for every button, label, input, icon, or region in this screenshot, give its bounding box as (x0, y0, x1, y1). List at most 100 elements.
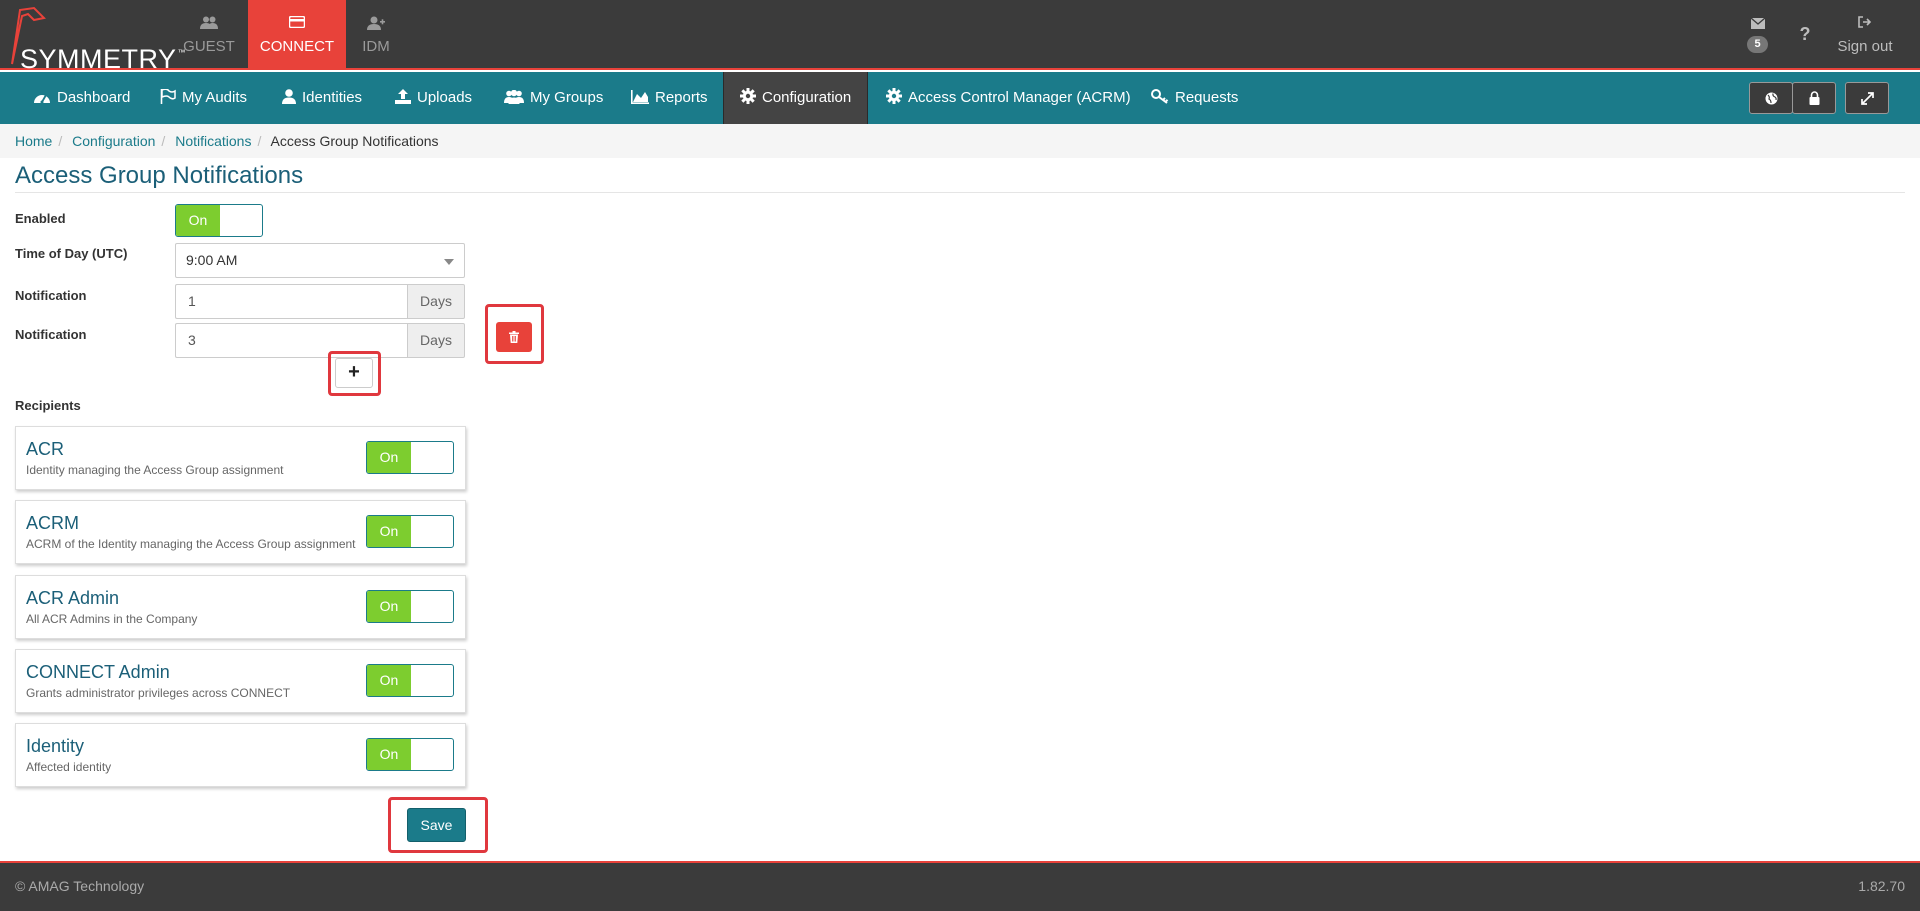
recipient-title: Identity (26, 736, 85, 756)
recipient-toggle[interactable]: On (366, 515, 454, 548)
user-plus-icon (367, 16, 385, 30)
recipient-card-acrm: ACRM ACRM of the Identity managing the A… (15, 500, 466, 564)
lock-button[interactable] (1792, 82, 1836, 114)
notification-days-group: 3 Days (175, 323, 465, 358)
nav-requests[interactable]: Requests (1151, 72, 1238, 124)
envelope-icon (1751, 18, 1765, 29)
enabled-label: Enabled (15, 211, 66, 226)
notification-label: Notification (15, 327, 87, 342)
breadcrumb-current: Access Group Notifications (270, 133, 439, 149)
help-button[interactable]: ? (1795, 24, 1815, 48)
nav-uploads[interactable]: Uploads (395, 72, 472, 124)
save-button[interactable]: Save (407, 808, 466, 842)
time-of-day-select[interactable]: 9:00 AM (175, 243, 465, 278)
app-tab-label: GUEST (183, 38, 235, 55)
nav-label: My Audits (182, 89, 248, 106)
time-of-day-value: 9:00 AM (186, 252, 238, 268)
recipient-card-acr: ACR Identity managing the Access Group a… (15, 426, 466, 490)
toggle-on-label: On (367, 516, 411, 547)
app-tab-connect[interactable]: CONNECT (248, 0, 346, 70)
users-icon (200, 16, 218, 29)
add-notification-button[interactable]: + (335, 358, 373, 388)
nav-label: Access Control Manager (ACRM) (908, 89, 1131, 106)
recipient-toggle[interactable]: On (366, 738, 454, 771)
nav-identities[interactable]: Identities (282, 72, 362, 124)
nav-my-audits[interactable]: My Audits (160, 72, 247, 124)
upload-icon (395, 89, 411, 104)
recipient-description: Grants administrator privileges across C… (26, 686, 291, 700)
app-tab-guest[interactable]: GUEST (179, 0, 239, 70)
symmetry-logo[interactable]: SYMMETRY™ (6, 6, 186, 74)
notification-days-input[interactable]: 1 (175, 284, 408, 319)
gear-icon (886, 88, 902, 104)
recipient-title: ACR (26, 439, 65, 459)
nav-label: Configuration (762, 89, 852, 106)
lock-icon (1809, 91, 1819, 105)
notification-label: Notification (15, 288, 87, 303)
recipient-description: All ACR Admins in the Company (26, 612, 198, 626)
footer: © AMAG Technology 1.82.70 (0, 861, 1920, 911)
recipient-toggle[interactable]: On (366, 590, 454, 623)
area-chart-icon (631, 90, 649, 104)
fullscreen-button[interactable] (1845, 82, 1889, 114)
app-tab-label: IDM (362, 38, 390, 55)
nav-dashboard[interactable]: Dashboard (33, 72, 130, 124)
expand-icon (1860, 91, 1874, 105)
nav-label: Reports (655, 89, 708, 106)
breadcrumb-home[interactable]: Home (15, 133, 52, 149)
breadcrumb-configuration[interactable]: Configuration (72, 133, 155, 149)
breadcrumb: Home / Configuration / Notifications / Acce… (0, 124, 1920, 158)
enabled-toggle[interactable]: On (175, 204, 263, 237)
sign-out-label: Sign out (1837, 38, 1893, 55)
days-addon: Days (407, 284, 465, 319)
breadcrumb-notifications[interactable]: Notifications (175, 133, 251, 149)
group-icon (504, 89, 524, 104)
nav-reports[interactable]: Reports (631, 72, 708, 124)
flag-icon (160, 88, 176, 104)
recipient-description: ACRM of the Identity managing the Access… (26, 537, 356, 551)
gear-icon (740, 88, 756, 104)
recipient-description: Affected identity (26, 760, 112, 774)
nav-label: Uploads (417, 89, 473, 106)
recipient-card-connect-admin: CONNECT Admin Grants administrator privi… (15, 649, 466, 713)
title-divider (15, 192, 1905, 193)
sign-out-button[interactable]: Sign out (1832, 0, 1898, 70)
globe-icon (1765, 92, 1777, 104)
recipient-toggle[interactable]: On (366, 441, 454, 474)
notification-days-group: 1 Days (175, 284, 465, 319)
toggle-on-label: On (367, 591, 411, 622)
recipient-title: ACR Admin (26, 588, 120, 608)
recipient-toggle[interactable]: On (366, 664, 454, 697)
messages-button[interactable]: 5 (1744, 0, 1772, 70)
top-bar: SYMMETRY™ GUEST CONNECT IDM 5 ? Sign out (0, 0, 1920, 74)
time-of-day-label: Time of Day (UTC) (15, 246, 128, 261)
toggle-on-label: On (367, 739, 411, 770)
recipients-label: Recipients (15, 398, 81, 413)
trash-icon (509, 331, 519, 343)
card-icon (289, 16, 305, 28)
toggle-on-label: On (367, 442, 411, 473)
sign-out-icon (1858, 16, 1872, 28)
nav-label: Requests (1175, 89, 1239, 106)
recipient-card-acr-admin: ACR Admin All ACR Admins in the Company … (15, 575, 466, 639)
key-icon (1151, 89, 1169, 104)
globe-button[interactable] (1749, 82, 1793, 114)
caret-down-icon (444, 259, 454, 265)
app-tab-label: CONNECT (259, 38, 335, 55)
nav-label: My Groups (530, 89, 604, 106)
logo-text: SYMMETRY (20, 44, 177, 74)
recipient-description: Identity managing the Access Group assig… (26, 463, 284, 477)
copyright-text: © AMAG Technology (15, 878, 145, 894)
days-addon: Days (407, 323, 465, 358)
version-text: 1.82.70 (1858, 878, 1905, 894)
nav-my-groups[interactable]: My Groups (504, 72, 603, 124)
delete-notification-button[interactable] (496, 322, 532, 352)
app-tab-idm[interactable]: IDM (352, 0, 400, 70)
page-title: Access Group Notifications (15, 162, 304, 189)
user-icon (282, 89, 296, 104)
main-nav: Dashboard My Audits Identities Uploads M… (0, 72, 1920, 124)
recipient-title: CONNECT Admin (26, 662, 170, 682)
toggle-on-label: On (176, 205, 220, 236)
nav-configuration[interactable]: Configuration (723, 72, 869, 124)
nav-acrm[interactable]: Access Control Manager (ACRM) (886, 72, 1131, 124)
